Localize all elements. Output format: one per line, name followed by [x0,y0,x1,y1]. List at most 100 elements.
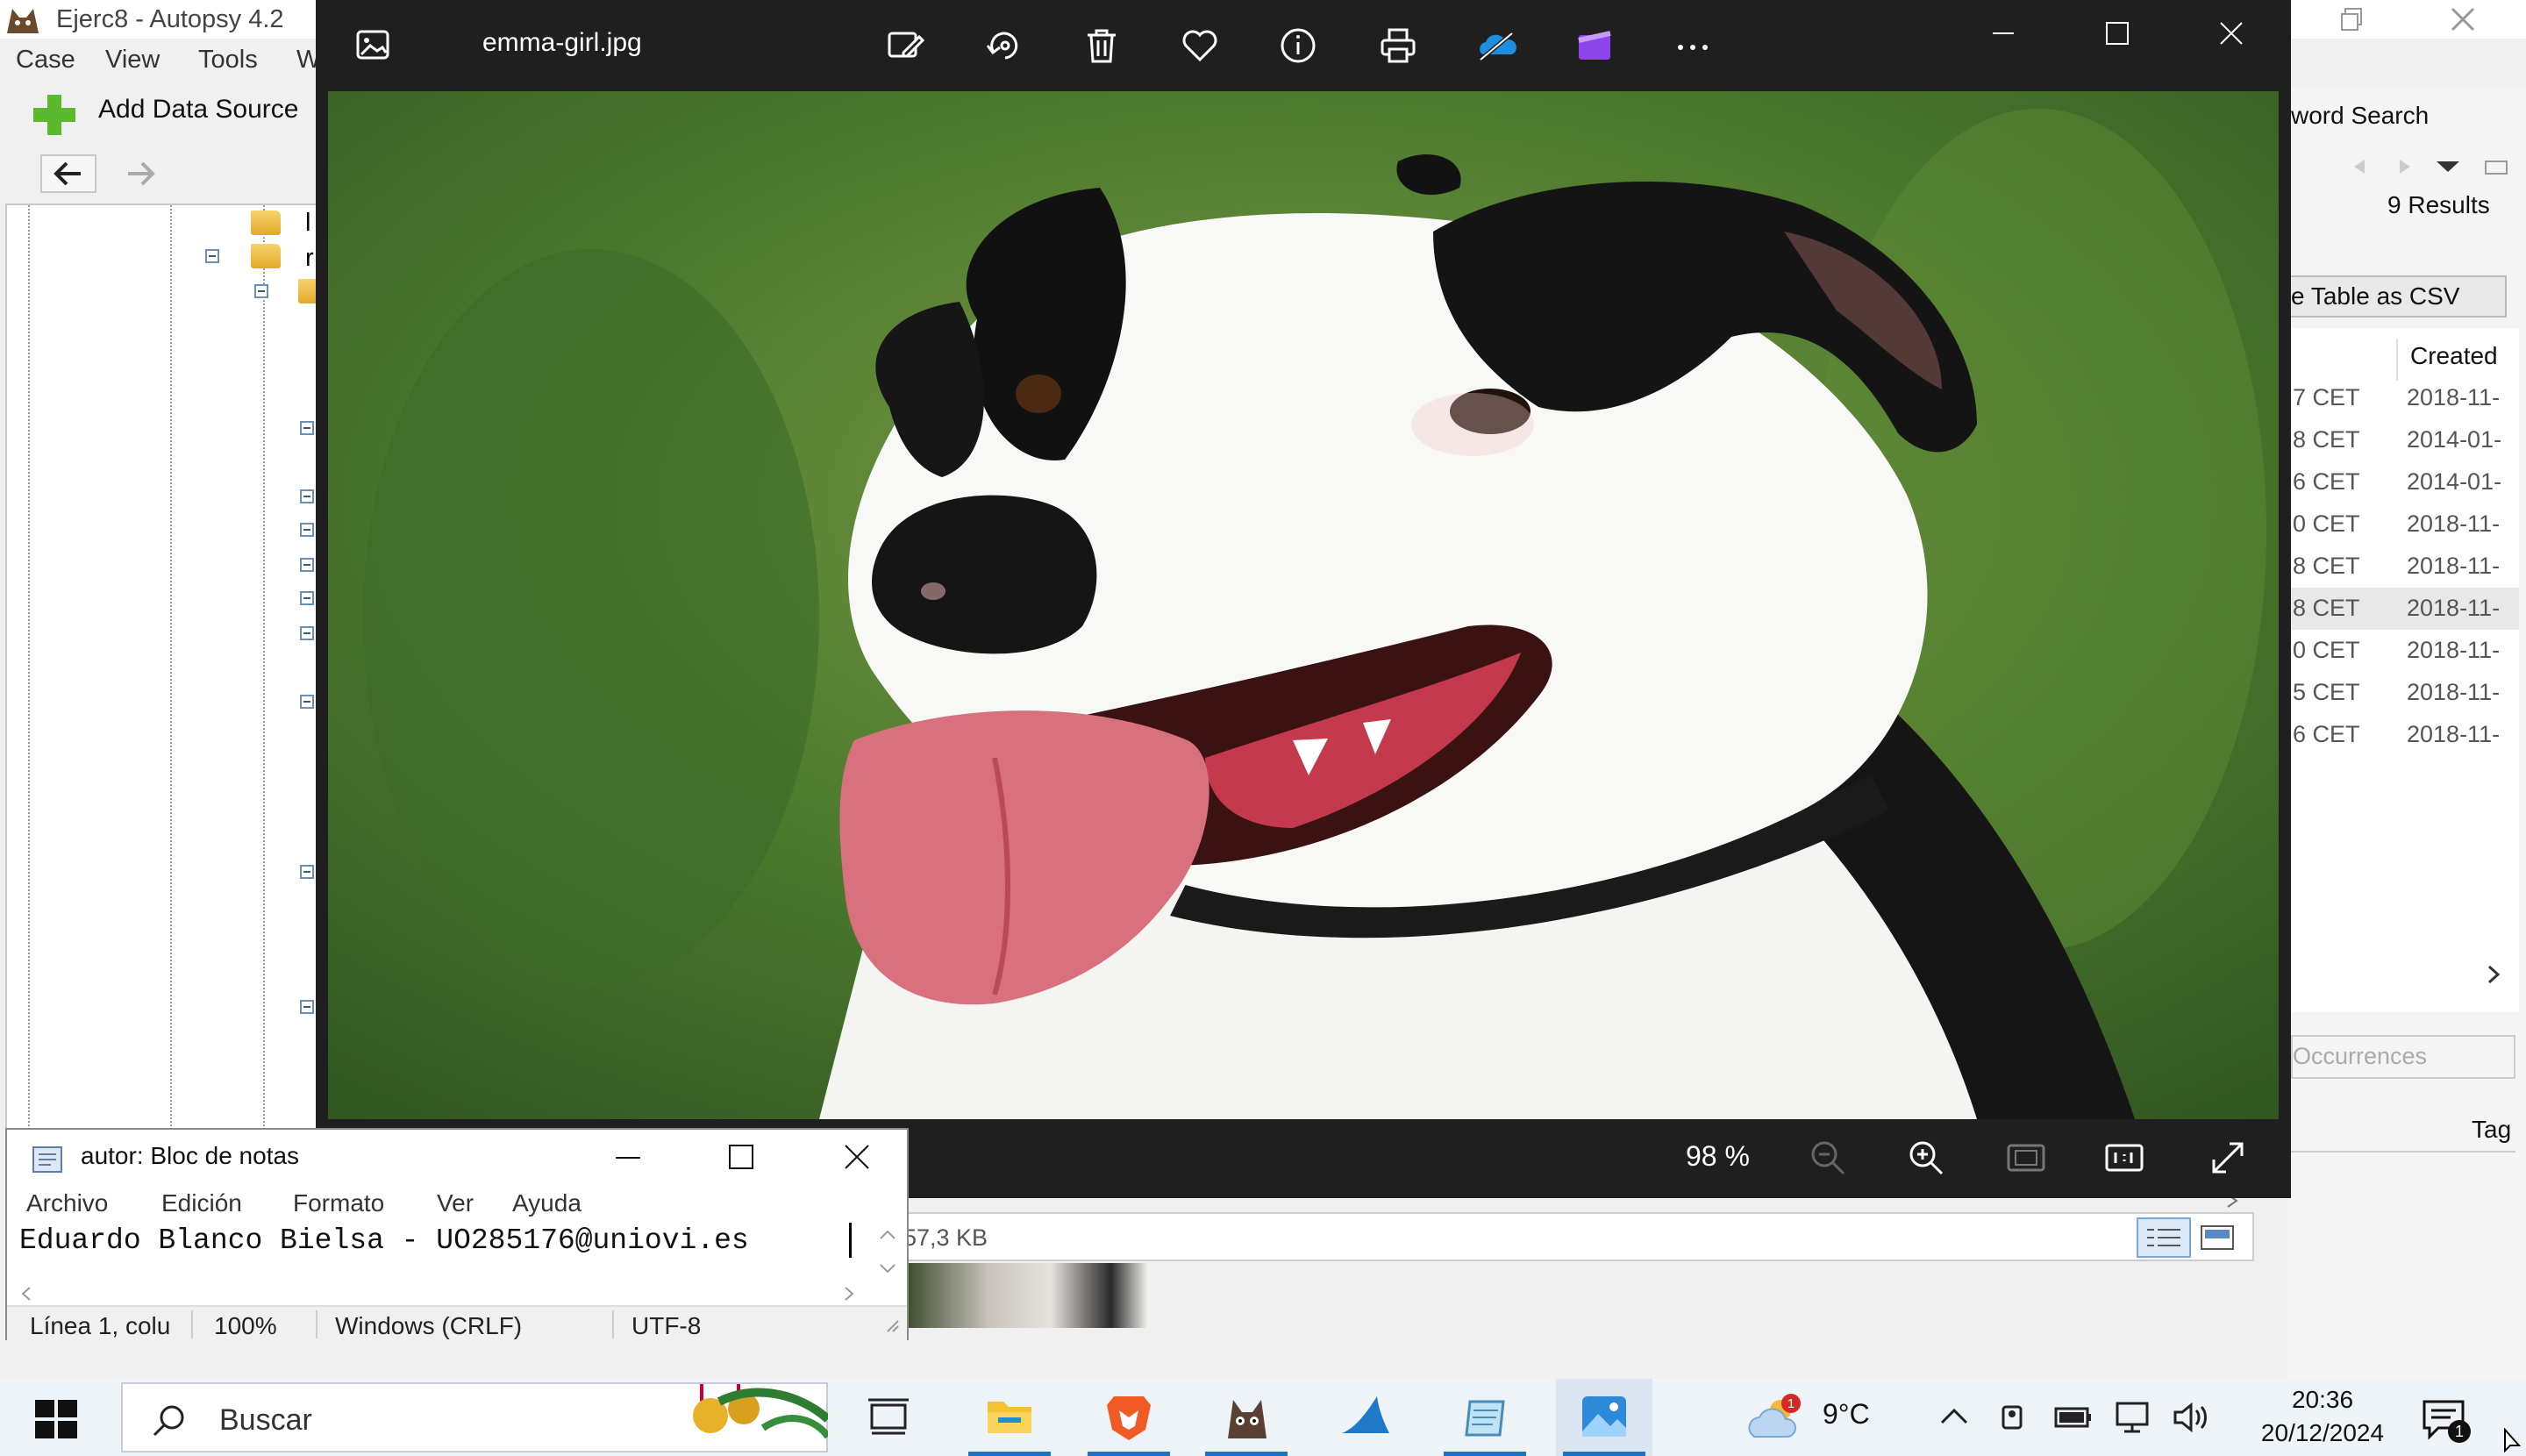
autopsy-icon[interactable] [1198,1379,1295,1456]
menu-edicion[interactable]: Edición [161,1186,242,1221]
cursor-position: Línea 1, colu [30,1312,171,1339]
forward-arrow-icon[interactable] [112,154,168,193]
menu-archivo[interactable]: Archivo [26,1186,108,1221]
photo-image[interactable] [328,91,2279,1119]
menu-formato[interactable]: Formato [293,1186,384,1221]
table-row[interactable]: 0 CET 2018-11- [2289,503,2519,546]
menu-ver[interactable]: Ver [437,1186,474,1221]
menu-view[interactable]: View [105,42,160,77]
volume-icon[interactable] [2172,1400,2214,1435]
table-row[interactable]: 6 CET 2018-11- [2289,714,2519,756]
clock-date[interactable]: 20/12/2024 [2235,1419,2410,1447]
wireshark-icon[interactable] [1317,1379,1414,1456]
close-icon[interactable] [838,1142,877,1174]
folder-icon [251,244,281,268]
taskbar-search-box[interactable]: Buscar [121,1382,828,1452]
close-icon[interactable] [2210,12,2252,54]
table-row[interactable]: 8 CET 2018-11- [2289,546,2519,588]
zoom-in-icon[interactable] [1905,1137,1947,1179]
mouse-cursor-icon [2504,1428,2522,1453]
tree-item-label[interactable]: l [305,209,310,238]
delete-icon[interactable] [1081,25,1123,67]
zoom-out-icon[interactable] [1807,1137,1849,1179]
more-icon[interactable] [1672,25,1714,67]
table-row-selected[interactable]: 8 CET 2018-11- [2289,588,2519,630]
autopsy-title: Ejerc8 - Autopsy 4.2 [56,5,284,33]
vertical-scrollbar[interactable] [872,1221,903,1282]
minimize-icon[interactable] [1982,12,2024,54]
table-row[interactable]: 5 CET 2018-11- [2289,672,2519,714]
edit-icon[interactable] [884,25,926,67]
taskbar: Buscar 1 9°C 20:36 20/12/2024 1 [0,1379,2526,1456]
add-icon[interactable] [30,91,79,139]
close-icon[interactable] [2447,4,2479,35]
rotate-icon[interactable] [982,25,1024,67]
notepad-icon[interactable] [1437,1379,1533,1456]
tree-item-label[interactable]: r [305,244,314,273]
resize-grip-icon[interactable] [881,1314,902,1335]
image-view-icon[interactable] [2200,1221,2235,1254]
collapse-icon[interactable] [205,249,219,263]
heart-icon[interactable] [1179,25,1221,67]
meet-now-icon[interactable] [1998,1400,2030,1435]
save-table-csv-label: e Table as CSV [2291,282,2460,310]
maximize-icon[interactable] [2096,12,2138,54]
expand-icon[interactable] [300,591,314,605]
onedrive-icon[interactable] [1475,25,1517,67]
collapse-icon[interactable] [300,695,314,709]
expand-icon[interactable] [300,558,314,572]
fit-to-window-icon[interactable] [2005,1137,2047,1179]
file-size: 57,3 KB [903,1224,988,1251]
table-row[interactable]: 0 CET 2018-11- [2289,630,2519,672]
back-arrow-icon[interactable] [40,154,96,193]
maximize-icon[interactable] [723,1142,761,1174]
expand-icon[interactable] [300,865,314,879]
scroll-right-icon[interactable] [2480,961,2507,988]
table-row[interactable]: 7 CET 2018-11- [2289,377,2519,419]
restore-icon[interactable] [2335,4,2366,35]
horizontal-scrollbar[interactable] [11,1281,870,1307]
info-icon[interactable] [1277,25,1319,67]
table-row[interactable]: 8 CET 2014-01- [2289,419,2519,461]
temperature[interactable]: 9°C [1823,1398,1870,1431]
video-editor-icon[interactable] [1573,25,1616,67]
brave-icon[interactable] [1081,1379,1177,1456]
keyword-search-button[interactable]: word Search [2291,102,2429,130]
print-icon[interactable] [1377,25,1419,67]
notepad-text-area[interactable]: Eduardo Blanco Bielsa - UO285176@uniovi.… [19,1224,749,1257]
collapse-icon[interactable] [254,284,268,298]
menu-case[interactable]: Case [16,42,75,77]
windows-start-icon[interactable] [33,1398,79,1438]
expand-icon[interactable] [300,1000,314,1014]
tag-column-label[interactable]: Tag [2472,1116,2511,1144]
expand-icon[interactable] [300,489,314,503]
notifications-icon[interactable]: 1 [2421,1398,2473,1445]
photos-viewer-window: emma-girl.jpg 98 % [316,0,2291,1198]
clock-time[interactable]: 20:36 [2270,1386,2375,1414]
add-data-source-button[interactable]: Add Data Source [98,95,298,125]
expand-icon[interactable] [300,523,314,537]
expand-icon[interactable] [300,421,314,435]
battery-icon[interactable] [2054,1403,2093,1431]
gallery-icon[interactable] [353,26,395,65]
chevron-up-icon[interactable] [1937,1402,1972,1433]
data-source-tree[interactable]: l r [5,203,328,1130]
panel-nav-icons[interactable] [2345,154,2521,179]
fullscreen-icon[interactable] [2207,1137,2249,1179]
menu-ayuda[interactable]: Ayuda [512,1186,582,1221]
occurrences-tab[interactable]: Occurrences [2291,1035,2515,1079]
network-icon[interactable] [2112,1400,2154,1435]
weather-icon[interactable]: 1 [1745,1393,1807,1442]
actual-size-icon[interactable] [2103,1137,2145,1179]
column-header-created[interactable]: Created [2396,339,2519,381]
table-row[interactable]: 6 CET 2014-01- [2289,461,2519,503]
expand-icon[interactable] [300,626,314,640]
minimize-icon[interactable] [609,1142,647,1174]
autopsy-logo-icon [7,9,39,33]
search-highlight-image [693,1384,828,1439]
file-explorer-icon[interactable] [961,1379,1058,1456]
task-view-icon[interactable] [840,1379,937,1456]
menu-tools[interactable]: Tools [198,42,258,77]
photos-icon[interactable] [1556,1379,1652,1456]
list-view-icon[interactable] [2137,1217,2191,1258]
